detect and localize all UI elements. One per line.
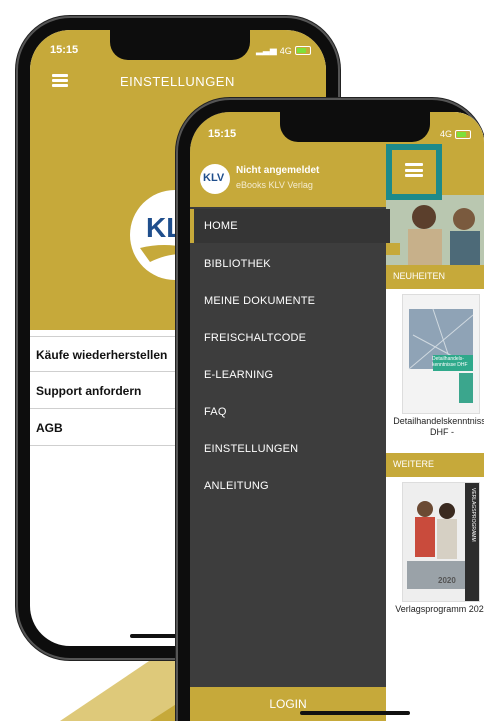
front-phone: NEUHEITEN Detailhandels-kenntnisse DHF D… (178, 100, 484, 721)
menu-icon (405, 163, 423, 177)
menu-item-label: HOME (204, 220, 238, 232)
book-card-detailhandel[interactable]: Detailhandels-kenntnisse DHF Detailhande… (392, 294, 484, 444)
hero-banner (386, 195, 484, 265)
menu-item-freischaltcode[interactable]: FREISCHALTCODE (190, 321, 386, 355)
menu-item-label: BIBLIOTHEK (204, 258, 271, 270)
front-home-indicator (300, 711, 410, 715)
front-phone-notch (280, 112, 430, 142)
book-cover-year: 2020 (438, 576, 456, 585)
back-status-time: 15:15 (50, 44, 79, 56)
book-card-verlagsprogramm[interactable]: 2020 VERLAGSPROGRAMM Verlagsprogramm 202… (392, 482, 484, 632)
settings-row-label: Support anfordern (36, 384, 142, 398)
account-avatar-text: KLV (203, 172, 225, 184)
back-menu-icon[interactable] (52, 74, 68, 87)
back-network-label: 4G (279, 45, 292, 56)
book-cover-side: VERLAGSPROGRAMM (470, 488, 476, 542)
menu-item-label: MEINE DOKUMENTE (204, 295, 316, 307)
menu-item-label: FREISCHALTCODE (204, 332, 307, 344)
front-battery-icon (455, 129, 472, 139)
menu-item-bibliothek[interactable]: BIBLIOTHEK (190, 247, 386, 281)
book-title: Verlagsprogramm 2020 (395, 604, 484, 614)
hero-photo (386, 195, 484, 265)
section-new: NEUHEITEN (386, 265, 484, 289)
front-status-indicators: 4G (440, 129, 472, 139)
account-name: Nicht angemeldet (236, 165, 320, 176)
account-subtitle: eBooks KLV Verlag (236, 180, 313, 190)
book-title: Detailhandelskenntnisse DHF - (393, 416, 484, 437)
menu-item-einstellungen[interactable]: EINSTELLUNGEN (190, 432, 386, 466)
section-more-label: WEITERE (393, 459, 435, 469)
menu-item-anleitung[interactable]: ANLEITUNG (190, 469, 386, 503)
home-content-panel: NEUHEITEN Detailhandels-kenntnisse DHF D… (386, 112, 484, 721)
settings-row-label: Käufe wiederherstellen (36, 348, 168, 362)
back-phone-notch (110, 30, 250, 60)
login-button-label: LOGIN (269, 697, 307, 711)
section-more: WEITERE (386, 453, 484, 477)
menu-item-faq[interactable]: FAQ (190, 395, 386, 429)
menu-item-label: ANLEITUNG (204, 480, 269, 492)
menu-item-label: FAQ (204, 406, 227, 418)
back-battery-icon (294, 46, 311, 55)
login-button[interactable]: LOGIN (190, 687, 386, 721)
settings-row-label: AGB (36, 421, 63, 435)
section-new-label: NEUHEITEN (393, 271, 446, 281)
front-network-label: 4G (440, 129, 453, 139)
navigation-drawer: 15:15 KLV Nicht angemeldet eBooks KLV Ve… (190, 112, 390, 721)
back-status-indicators: ▂▃▅ 4G (256, 45, 311, 56)
menu-item-label: E-LEARNING (204, 369, 274, 381)
front-status-time: 15:15 (208, 128, 237, 140)
menu-toggle-button[interactable] (386, 144, 442, 200)
back-header-title: EINSTELLUNGEN (120, 74, 235, 89)
account-avatar: KLV (200, 164, 230, 194)
menu-item-meine-dokumente[interactable]: MEINE DOKUMENTE (190, 284, 386, 318)
back-signal-icon: ▂▃▅ (256, 45, 277, 55)
menu-item-home[interactable]: HOME (190, 209, 390, 243)
book-cover-detailhandel (402, 294, 480, 414)
book-cover-badge: Detailhandels-kenntnisse DHF (432, 356, 468, 368)
front-phone-screen: NEUHEITEN Detailhandels-kenntnisse DHF D… (190, 112, 484, 721)
menu-item-label: EINSTELLUNGEN (204, 443, 299, 455)
menu-item-e-learning[interactable]: E-LEARNING (190, 358, 386, 392)
